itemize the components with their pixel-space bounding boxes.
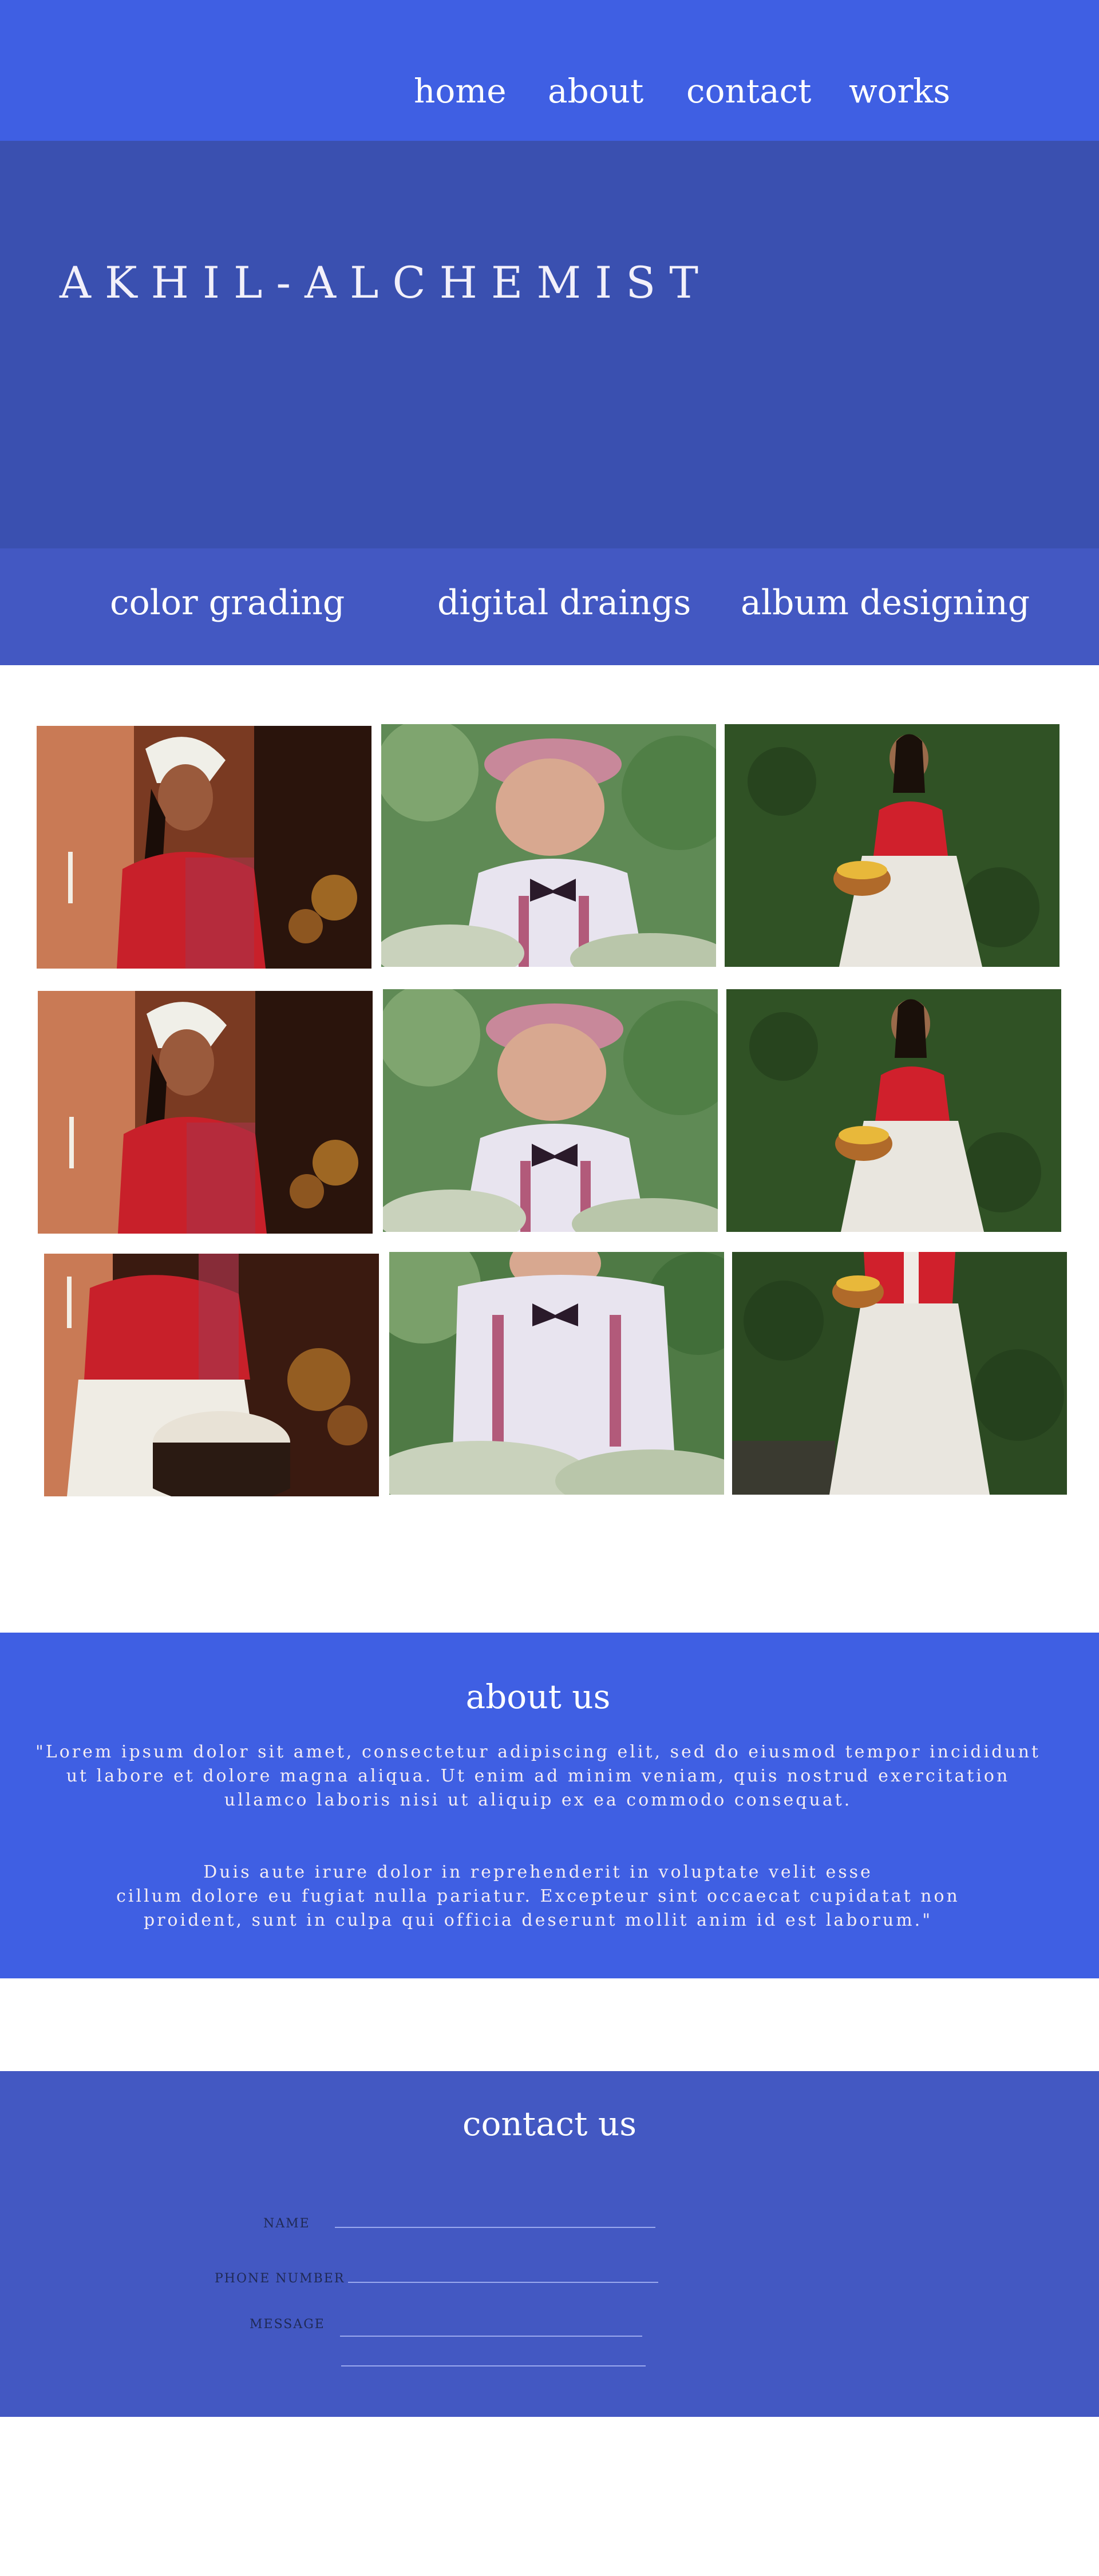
gallery-photo-woman-drum[interactable] [44, 1254, 379, 1496]
gallery-photo-woman-skirt[interactable] [732, 1252, 1067, 1495]
about-section: about us "Lorem ipsum dolor sit amet, co… [0, 1633, 1099, 1978]
brand-title: AKHIL-ALCHEMIST [60, 257, 712, 308]
baby-cap-image [381, 724, 716, 967]
nav-link-works[interactable]: works [849, 72, 950, 110]
nav-link-contact[interactable]: contact [686, 72, 811, 110]
service-color-grading[interactable]: color grading [110, 583, 345, 623]
about-title: about us [465, 1677, 611, 1716]
nav-link-about[interactable]: about [548, 72, 643, 110]
about-paragraph-1: "Lorem ipsum dolor sit amet, consectetur… [35, 1742, 1041, 1810]
woman-basket-image [725, 724, 1060, 967]
service-digital-drawings[interactable]: digital draings [437, 583, 691, 623]
services-bar: color grading digital draings album desi… [0, 548, 1099, 665]
woman-basket-image [726, 989, 1061, 1232]
gallery-photo-woman-headwrap[interactable] [38, 991, 373, 1234]
about-paragraph-2: Duis aute irure dolor in reprehenderit i… [116, 1862, 960, 1930]
woman-skirt-image [732, 1252, 1067, 1495]
name-label: NAME [263, 2217, 310, 2231]
message-label: MESSAGE [250, 2317, 325, 2332]
contact-section: contact us NAME PHONE NUMBER MESSAGE [0, 2071, 1099, 2417]
hero-banner: AKHIL-ALCHEMIST [0, 141, 1099, 548]
contact-title: contact us [462, 2104, 637, 2143]
message-field-line-1[interactable] [340, 2336, 642, 2337]
phone-number-label: PHONE NUMBER [215, 2271, 345, 2286]
woman-drum-image [44, 1254, 379, 1496]
top-navigation: home about contact works [0, 0, 1099, 141]
woman-headwrap-image [37, 726, 371, 969]
nav-link-home[interactable]: home [414, 72, 507, 110]
service-album-designing[interactable]: album designing [741, 583, 1030, 623]
gallery-photo-woman-basket[interactable] [726, 989, 1061, 1232]
gallery-photo-baby-cap[interactable] [381, 724, 716, 967]
baby-closeup-image [389, 1252, 724, 1495]
gallery-photo-baby-cap[interactable] [383, 989, 718, 1232]
baby-cap-image [383, 989, 718, 1232]
gallery-photo-baby-closeup[interactable] [389, 1252, 724, 1495]
message-field-line-2[interactable] [341, 2365, 646, 2366]
name-field[interactable] [335, 2227, 655, 2228]
gallery-photo-woman-basket[interactable] [725, 724, 1060, 967]
phone-number-field[interactable] [348, 2282, 658, 2283]
woman-headwrap-image [38, 991, 373, 1234]
gallery-photo-woman-headwrap[interactable] [37, 726, 371, 969]
